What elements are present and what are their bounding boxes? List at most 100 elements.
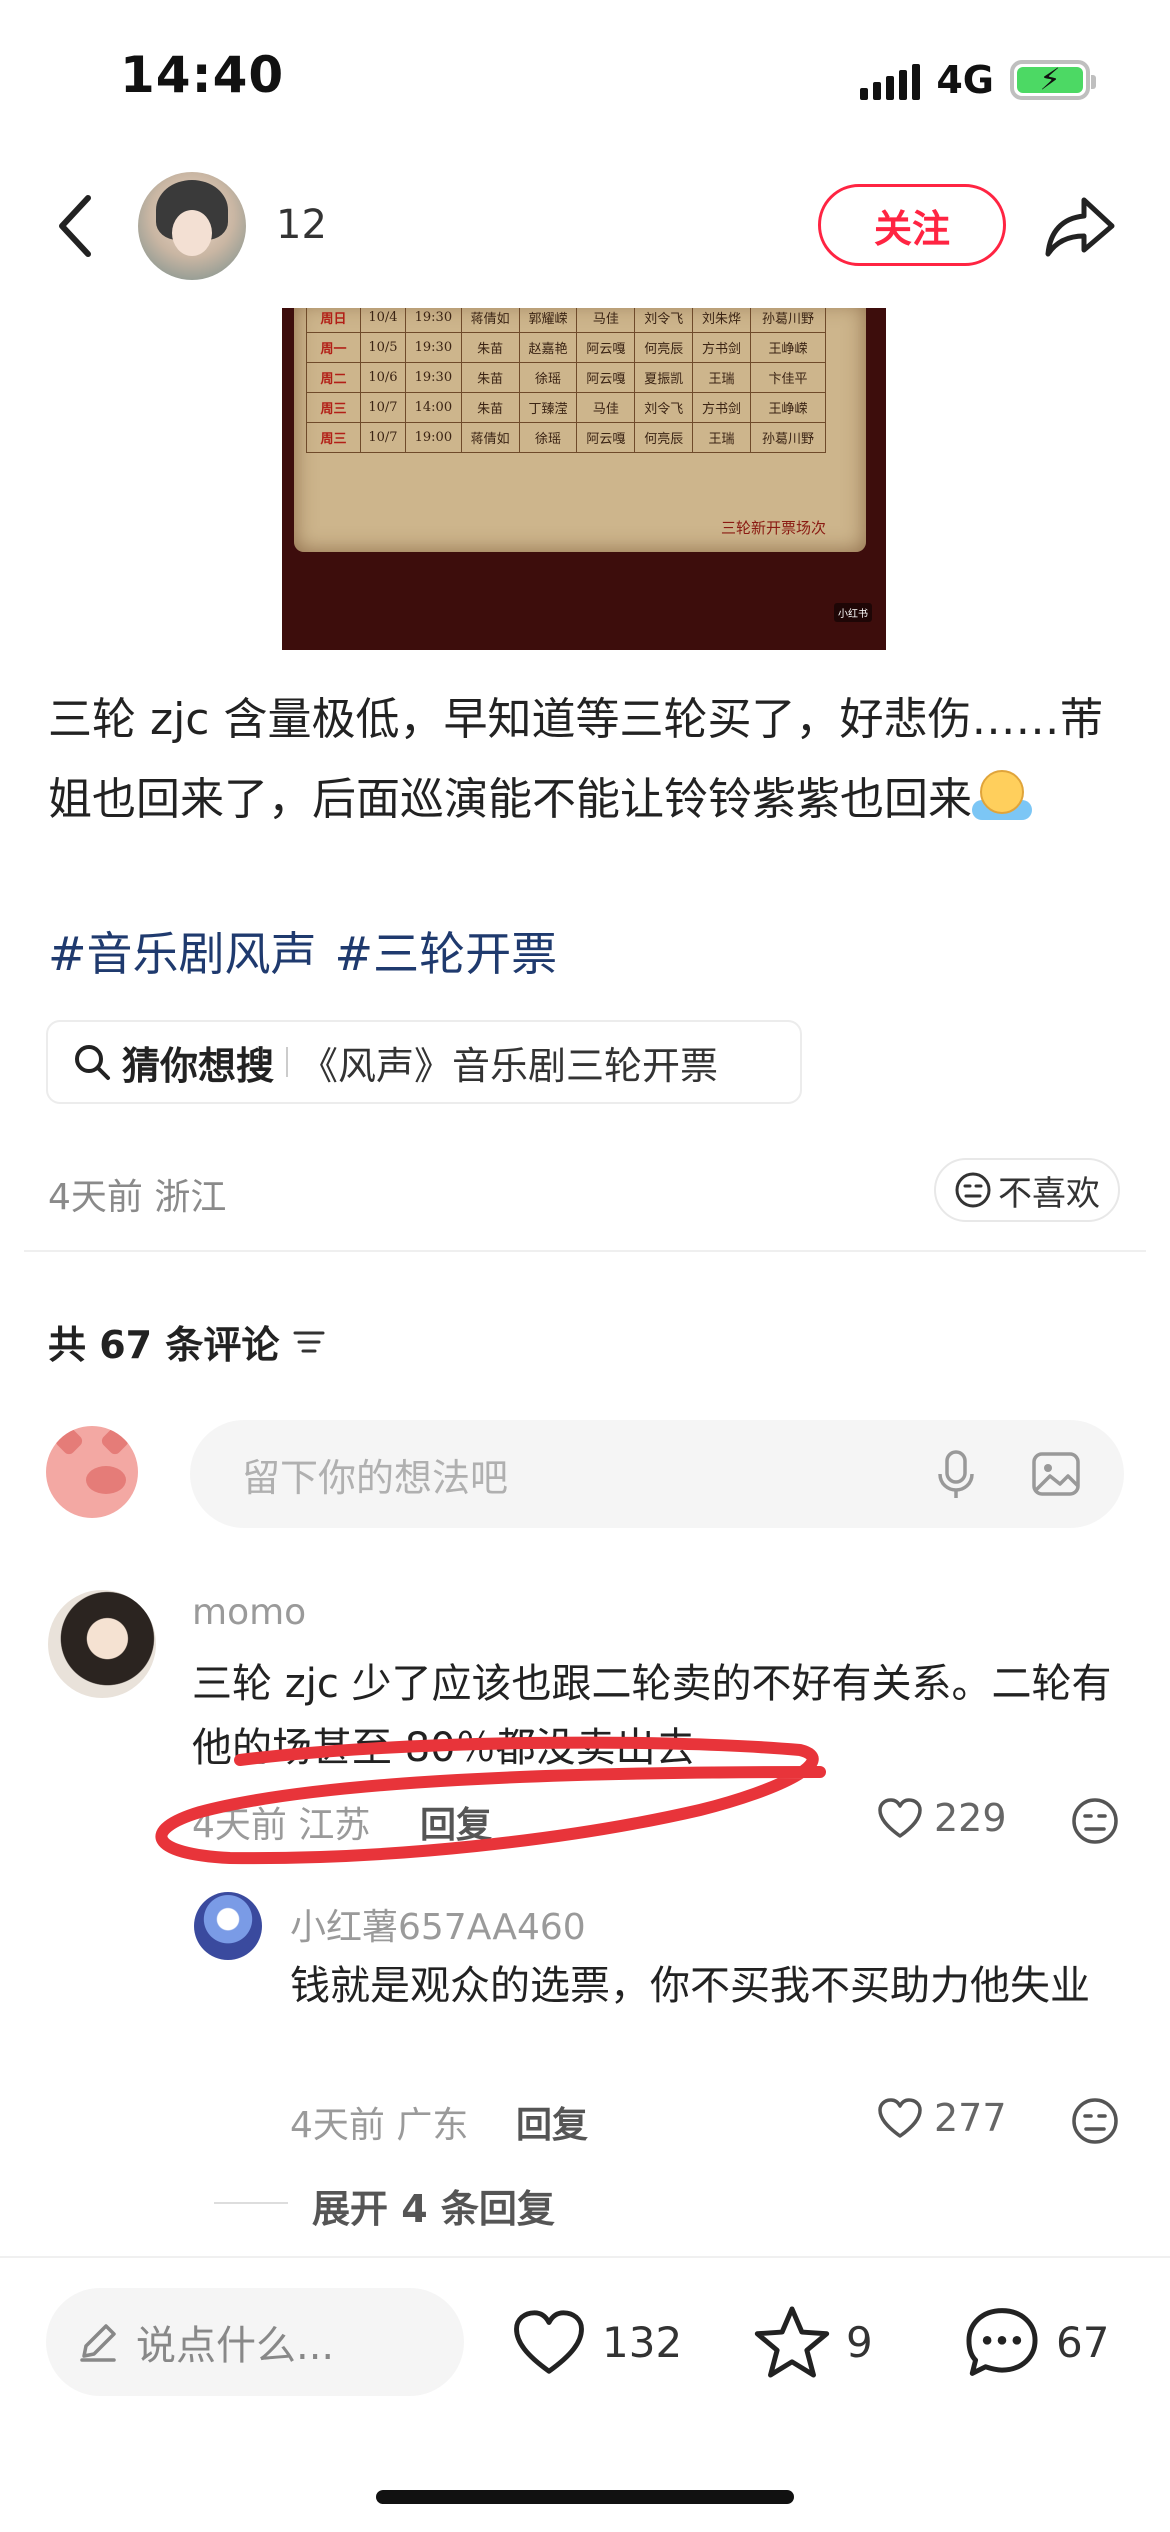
commenter-name[interactable]: momo [192, 1592, 306, 1633]
schedule-cell: 阿云嘎 [576, 332, 636, 363]
schedule-cell: 何亮辰 [634, 332, 694, 363]
schedule-cell: 徐瑶 [518, 362, 578, 393]
post-image[interactable]: 周日 10/4 19:30 蒋倩如 郭耀嵘 马佳 刘令飞 刘朱烨 孙葛川野 周一 10/5 19:30… [282, 308, 886, 650]
schedule-cell: 14:00 [404, 392, 462, 423]
divider [286, 1047, 289, 1077]
schedule-cell: 朱苗 [460, 332, 520, 363]
tag-link[interactable]: #三轮开票 [335, 927, 558, 981]
dislike-button[interactable]: 不喜欢 [934, 1158, 1120, 1222]
reply-meta: 4天前 广东 [290, 2105, 469, 2146]
schedule-cell: 马佳 [576, 308, 636, 333]
schedule-cell: 阿云嘎 [576, 422, 636, 453]
schedule-cell: 王峥嵘 [749, 332, 827, 363]
comments-count: 共 67 条评论 [48, 1323, 280, 1367]
schedule-cell: 周一 [306, 332, 361, 363]
schedule-cell: 徐瑶 [518, 422, 578, 453]
schedule-cell: 刘令飞 [634, 308, 694, 333]
comment-button[interactable]: 67 [962, 2296, 1109, 2388]
tag-link[interactable]: #音乐剧风声 [48, 927, 317, 981]
post-tags: #音乐剧风声 #三轮开票 [48, 918, 575, 984]
schedule-row: 周三 10/7 19:00 蒋倩如 徐瑶 阿云嘎 何亮辰 王瑞 孙葛川野 [306, 422, 827, 453]
post-meta: 4天前 浙江 [48, 1177, 227, 1218]
collect-button[interactable]: 9 [752, 2296, 873, 2388]
bottom-divider [0, 2256, 1170, 2258]
nav-bar: 12 关注 [0, 160, 1170, 290]
say-something-input[interactable]: 说点什么... [46, 2288, 464, 2396]
replier-avatar[interactable] [194, 1892, 262, 1960]
meh-face-icon [955, 1172, 991, 1208]
schedule-cell: 王瑞 [692, 362, 751, 393]
image-icon[interactable] [1028, 1446, 1084, 1502]
schedule-cell: 周三 [306, 422, 361, 453]
schedule-cell: 蒋倩如 [460, 308, 520, 333]
follow-button[interactable]: 关注 [818, 184, 1006, 266]
schedule-cell: 周二 [306, 362, 361, 393]
like-button[interactable]: 132 [510, 2296, 682, 2388]
network-type: 4G [936, 58, 994, 102]
search-suggestion[interactable]: 猜你想搜 《风声》音乐剧三轮开票 [46, 1020, 802, 1104]
reply-text[interactable]: 钱就是观众的选票，你不买我不买助力他失业 [290, 1954, 1120, 2018]
heart-icon [878, 1798, 922, 1838]
author-name[interactable]: 12 [276, 202, 327, 248]
schedule-cell: 蒋倩如 [460, 422, 520, 453]
schedule-cell: 卞佳平 [749, 362, 827, 393]
schedule-cell: 赵嘉艳 [518, 332, 578, 363]
sort-icon [293, 1331, 325, 1352]
comment-meta: 4天前 江苏 [192, 1805, 371, 1846]
reply-like-button[interactable]: 277 [876, 2096, 1007, 2140]
schedule-cell: 方书剑 [692, 332, 751, 363]
schedule-cell: 10/7 [360, 422, 406, 453]
schedule-cell: 周日 [306, 308, 361, 333]
meh-face-icon[interactable] [1070, 1796, 1120, 1846]
comment-text[interactable]: 三轮 zjc 少了应该也跟二轮卖的不好有关系。二轮有他的场甚至 80％都没卖出去 [192, 1652, 1122, 1780]
schedule-cell: 郭耀嵘 [518, 308, 578, 333]
expand-divider [214, 2202, 288, 2204]
schedule-row: 周一 10/5 19:30 朱苗 赵嘉艳 阿云嘎 何亮辰 方书剑 王峥嵘 [306, 332, 827, 363]
schedule-table: 周日 10/4 19:30 蒋倩如 郭耀嵘 马佳 刘令飞 刘朱烨 孙葛川野 周一 10/5 19:30… [306, 308, 827, 453]
schedule-cell: 阿云嘎 [576, 362, 636, 393]
dislike-label: 不喜欢 [998, 1173, 1100, 1214]
comment-like-button[interactable]: 229 [876, 1796, 1007, 1840]
battery-icon: ⚡ [1010, 60, 1096, 100]
commenter-avatar[interactable] [48, 1590, 156, 1698]
schedule-cell: 马佳 [576, 392, 636, 423]
comment-input[interactable]: 留下你的想法吧 [190, 1420, 1124, 1528]
expand-replies-button[interactable]: 展开 4 条回复 [312, 2178, 555, 2233]
signal-icon [860, 60, 921, 100]
author-avatar[interactable] [138, 172, 246, 280]
schedule-cell: 夏振凯 [634, 362, 694, 393]
schedule-cell: 19:30 [404, 362, 462, 393]
image-watermark: 小红书 [834, 603, 872, 622]
home-indicator [376, 2490, 794, 2504]
schedule-cell: 何亮辰 [634, 422, 694, 453]
heart-icon [514, 2310, 584, 2374]
share-button[interactable] [1040, 188, 1120, 264]
section-divider [24, 1250, 1146, 1252]
schedule-cell: 19:30 [404, 308, 462, 333]
schedule-cell: 刘令飞 [634, 392, 694, 423]
schedule-cell: 19:00 [404, 422, 462, 453]
status-icons: 4G ⚡ [860, 52, 1096, 108]
heart-icon [878, 2098, 922, 2138]
share-icon [1045, 197, 1115, 257]
microphone-icon[interactable] [928, 1446, 984, 1502]
poster-footer: 三轮新开票场次 [720, 519, 826, 537]
schedule-poster: 周日 10/4 19:30 蒋倩如 郭耀嵘 马佳 刘令飞 刘朱烨 孙葛川野 周一 10/5 19:30… [294, 308, 866, 552]
replier-name[interactable]: 小红薯657AA460 [290, 1898, 586, 1950]
schedule-cell: 丁臻滢 [518, 392, 578, 423]
comments-header[interactable]: 共 67 条评论 [48, 1314, 327, 1369]
reply-button[interactable]: 回复 [516, 2096, 588, 2148]
schedule-cell: 刘朱烨 [692, 308, 751, 333]
search-icon [75, 1045, 110, 1080]
back-button[interactable] [48, 188, 108, 264]
suggestion-query: 《风声》音乐剧三轮开票 [300, 1043, 719, 1088]
schedule-cell: 10/5 [360, 332, 406, 363]
reply-button[interactable]: 回复 [420, 1796, 492, 1848]
comment-bubble-icon [966, 2308, 1038, 2376]
schedule-cell: 19:30 [404, 332, 462, 363]
schedule-cell: 周三 [306, 392, 361, 423]
comment-count: 67 [1056, 2317, 1110, 2367]
schedule-row: 周三 10/7 14:00 朱苗 丁臻滢 马佳 刘令飞 方书剑 王峥嵘 [306, 392, 827, 423]
meh-face-icon[interactable] [1070, 2096, 1120, 2146]
star-icon [754, 2306, 830, 2378]
